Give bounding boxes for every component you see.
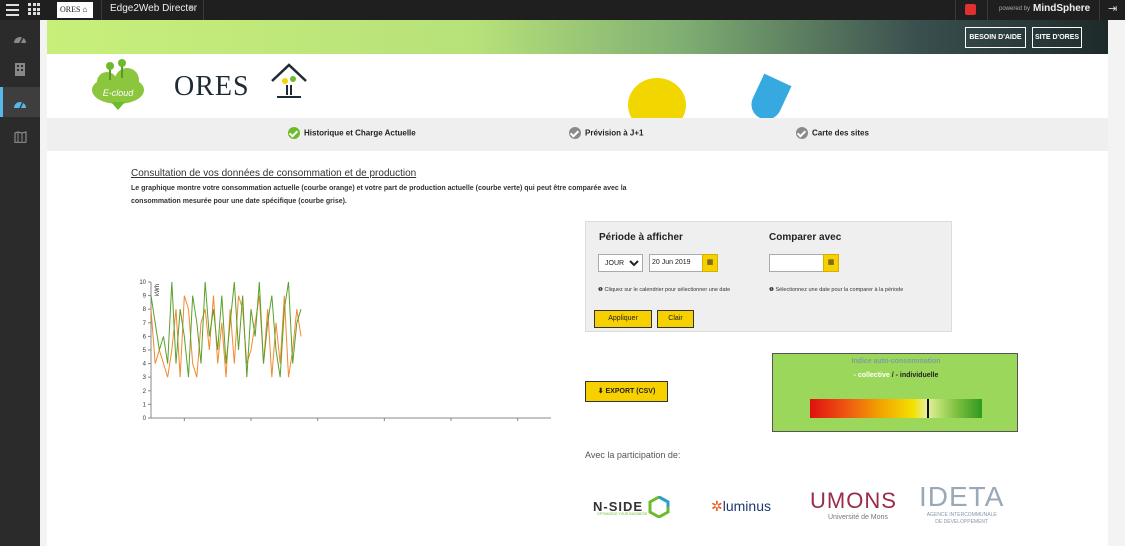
notification-icon[interactable]	[965, 4, 976, 15]
gauge-icon[interactable]	[0, 87, 40, 117]
ores-logo-text: ORES	[174, 71, 250, 102]
powered-by-label: powered by	[999, 6, 1031, 12]
calendar-icon[interactable]: ▦	[702, 254, 718, 272]
index-title: Indice auto-consommation	[851, 358, 941, 365]
check-circle-icon	[569, 127, 581, 139]
ores-house-icon	[271, 63, 307, 98]
section-description: Le graphique montre votre consommation a…	[131, 185, 627, 205]
y-tick-label: 0	[143, 416, 147, 422]
y-tick-label: 4	[143, 362, 147, 368]
nside-hexagon-icon	[648, 495, 670, 519]
svg-text:E-cloud: E-cloud	[103, 88, 135, 98]
ores-site-button[interactable]: SITE D'ORES	[1032, 27, 1082, 48]
map-icon[interactable]	[0, 121, 40, 151]
period-type-select[interactable]: JOUR	[598, 254, 643, 272]
tab-history[interactable]: Historique et Charge Actuelle	[288, 127, 416, 139]
export-csv-button[interactable]: ⬇ EXPORT (CSV)	[585, 381, 668, 402]
index-gradient-bar	[810, 399, 982, 418]
header-banner: BESOIN D'AIDE SITE D'ORES	[47, 20, 1108, 54]
y-tick-label: 1	[143, 402, 147, 408]
main-page: BESOIN D'AIDE SITE D'ORES E-cloud ORES H	[47, 20, 1108, 546]
calendar-icon[interactable]: ▦	[823, 254, 839, 272]
ideta-logo: IDETA AGENCE INTERCOMMUNALE DE DÉVELOPPE…	[919, 481, 1005, 526]
tab-forecast[interactable]: Prévision à J+1	[569, 127, 643, 139]
logo-area: E-cloud ORES	[47, 54, 1108, 132]
top-bar: ORES ⌂ Edge2Web Director ▼ powered by Mi…	[0, 0, 1125, 20]
y-tick-label: 9	[143, 294, 147, 300]
hamburger-menu-icon[interactable]	[6, 4, 19, 16]
consumption-chart: 012345678910kWh20/06 02:0020/06 06:0020/…	[139, 280, 551, 422]
period-date-input[interactable]: 20 Jun 2019	[649, 254, 703, 272]
luminus-star-icon: ✲	[711, 498, 723, 514]
check-circle-icon	[796, 127, 808, 139]
y-axis-label: kWh	[155, 284, 161, 296]
apply-button[interactable]: Appliquer	[594, 310, 652, 328]
ores-top-logo[interactable]: ORES ⌂	[57, 2, 93, 18]
app-title[interactable]: Edge2Web Director	[110, 3, 197, 14]
index-mode-toggle[interactable]: - collective / - individuelle	[773, 372, 1019, 379]
index-marker	[927, 399, 929, 418]
umons-logo: UMONS Université de Mons	[810, 488, 897, 521]
period-panel: Période à afficher Comparer avec JOUR 20…	[585, 221, 952, 332]
y-tick-label: 6	[143, 334, 147, 340]
y-tick-label: 10	[139, 280, 146, 286]
download-icon: ⬇	[597, 388, 604, 395]
ecloud-logo: E-cloud	[92, 59, 144, 110]
divider	[203, 0, 204, 20]
mindsphere-brand: MindSphere	[1033, 3, 1091, 14]
compare-hint: ❶ Sélectionnez une date pour la comparer…	[769, 287, 904, 293]
partners-label: Avec la participation de:	[585, 450, 681, 460]
y-tick-label: 7	[143, 321, 147, 327]
self-consumption-index: Indice auto-consommation - collective / …	[772, 353, 1018, 432]
individual-option[interactable]: - individuelle	[896, 372, 939, 379]
clear-button[interactable]: Clair	[657, 310, 694, 328]
check-circle-icon	[288, 127, 300, 139]
building-icon[interactable]	[0, 53, 40, 83]
section-title: Consultation de vos données de consommat…	[131, 168, 417, 179]
help-button[interactable]: BESOIN D'AIDE	[965, 27, 1026, 48]
y-tick-label: 3	[143, 375, 147, 381]
period-hint: ❶ Cliquez sur le calendrier pour sélecti…	[598, 287, 731, 293]
divider	[101, 0, 102, 20]
chevron-down-icon[interactable]: ▼	[187, 3, 195, 12]
divider	[955, 0, 956, 20]
y-tick-label: 8	[143, 307, 147, 313]
divider	[987, 0, 988, 20]
nside-logo: N-SIDE OPTIMIZING YOUR BUSINESS	[593, 495, 670, 519]
compare-date-input[interactable]	[769, 254, 824, 272]
collective-option[interactable]: - collective	[854, 372, 890, 379]
period-title: Période à afficher	[599, 232, 683, 243]
y-tick-label: 2	[143, 389, 147, 395]
app-launcher-icon[interactable]	[28, 3, 40, 15]
logout-icon[interactable]: ⇥	[1108, 2, 1117, 15]
tab-bar: Historique et Charge Actuelle Prévision …	[47, 118, 1108, 151]
divider	[1099, 0, 1100, 20]
sidebar	[0, 20, 40, 546]
compare-title: Comparer avec	[769, 232, 842, 243]
y-tick-label: 5	[143, 348, 147, 354]
blue-decoration	[746, 73, 792, 125]
tab-site-map[interactable]: Carte des sites	[796, 127, 869, 139]
dashboard-icon[interactable]	[0, 22, 40, 52]
luminus-logo: ✲luminus	[711, 498, 771, 514]
